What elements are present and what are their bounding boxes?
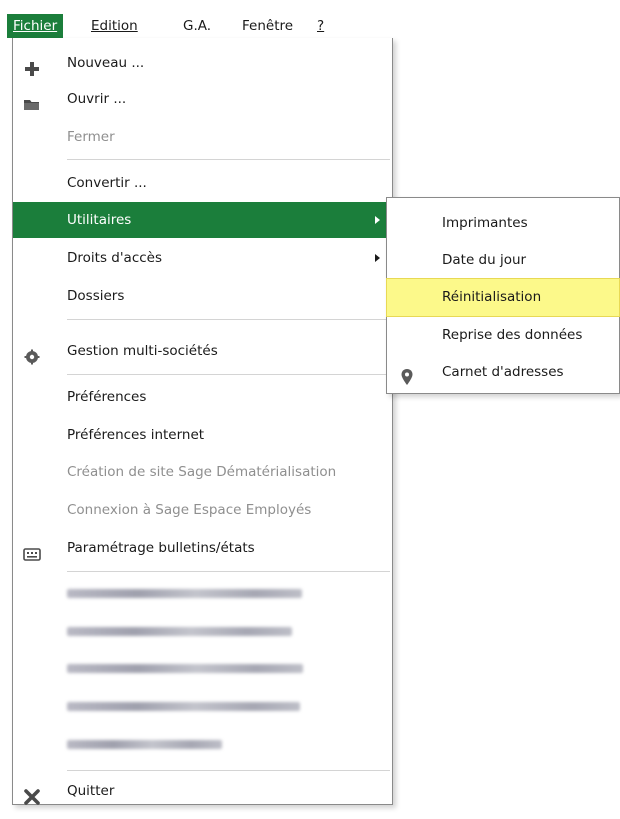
menubar-ga[interactable]: G.A. — [177, 14, 217, 38]
fichier-menu: Nouveau ... Ouvrir ... Fermer Convertir … — [12, 38, 393, 805]
recent-file-redacted — [67, 663, 303, 673]
recent-file-item[interactable] — [13, 688, 392, 724]
gear-icon — [23, 343, 41, 365]
menu-item-parametrage[interactable]: Paramétrage bulletins/états — [13, 530, 392, 566]
recent-file-item[interactable] — [13, 650, 392, 686]
menu-item-droits-acces[interactable]: Droits d'accès — [13, 240, 392, 276]
menu-item-preferences[interactable]: Préférences — [13, 379, 392, 415]
menu-item-label: Convertir ... — [67, 175, 147, 191]
menu-item-nouveau[interactable]: Nouveau ... — [13, 45, 392, 81]
map-pin-icon — [400, 364, 414, 385]
recent-file-redacted — [67, 701, 300, 711]
menu-item-connexion-espace-employes: Connexion à Sage Espace Employés — [13, 492, 392, 528]
menu-item-label: Reprise des données — [442, 327, 583, 343]
menu-item-label: Nouveau ... — [67, 55, 145, 71]
menu-item-label: Préférences — [67, 389, 147, 405]
folder-icon — [23, 91, 41, 110]
menu-item-quitter[interactable]: Quitter — [13, 773, 392, 809]
menu-item-label: Droits d'accès — [67, 250, 163, 266]
menubar-fenetre[interactable]: Fenêtre — [236, 14, 299, 38]
submenu-item-reinitialisation[interactable]: Réinitialisation — [386, 278, 620, 317]
recent-file-redacted — [67, 739, 222, 749]
recent-file-item[interactable] — [13, 726, 392, 762]
menu-item-label: Utilitaires — [67, 212, 132, 228]
plus-icon — [23, 55, 41, 76]
menu-item-label: Connexion à Sage Espace Employés — [67, 502, 312, 518]
recent-file-redacted — [67, 626, 292, 636]
menu-separator — [67, 159, 390, 160]
recent-file-redacted — [67, 588, 302, 598]
close-x-icon — [23, 783, 41, 805]
menu-item-label: Dossiers — [67, 288, 125, 304]
menu-bar: Fichier Edition G.A. Fenêtre ? — [0, 0, 620, 38]
submenu-arrow-icon — [375, 254, 380, 262]
submenu-item-reprise-des-donnees[interactable]: Reprise des données — [387, 317, 619, 354]
menu-item-label: Réinitialisation — [442, 289, 542, 305]
menu-item-label: Carnet d'adresses — [442, 364, 564, 380]
menu-item-label: Préférences internet — [67, 427, 205, 443]
menu-item-label: Imprimantes — [442, 215, 528, 231]
utilitaires-submenu: Imprimantes Date du jour Réinitialisatio… — [386, 197, 620, 394]
submenu-arrow-icon — [375, 216, 380, 224]
menubar-edition[interactable]: Edition — [85, 14, 144, 38]
menubar-help[interactable]: ? — [311, 14, 330, 38]
recent-file-item[interactable] — [13, 613, 392, 649]
submenu-item-imprimantes[interactable]: Imprimantes — [387, 205, 619, 242]
menu-item-gestion-multi-societes[interactable]: Gestion multi-sociétés — [13, 333, 392, 369]
menu-item-label: Ouvrir ... — [67, 91, 127, 107]
menu-item-preferences-internet[interactable]: Préférences internet — [13, 417, 392, 453]
menu-separator — [67, 374, 390, 375]
menu-item-convertir[interactable]: Convertir ... — [13, 165, 392, 201]
menu-separator — [67, 571, 390, 572]
submenu-item-date-du-jour[interactable]: Date du jour — [387, 242, 619, 279]
menu-item-ouvrir[interactable]: Ouvrir ... — [13, 81, 392, 117]
menu-item-label: Gestion multi-sociétés — [67, 343, 218, 359]
menu-item-label: Date du jour — [442, 252, 527, 268]
menu-item-utilitaires[interactable]: Utilitaires — [13, 202, 392, 238]
menu-item-dossiers[interactable]: Dossiers — [13, 278, 392, 314]
menu-item-label: Création de site Sage Dématérialisation — [67, 464, 337, 480]
submenu-item-carnet-adresses[interactable]: Carnet d'adresses — [387, 354, 619, 391]
menu-separator — [67, 319, 390, 320]
menu-item-label: Fermer — [67, 129, 115, 145]
menubar-fichier[interactable]: Fichier — [7, 14, 64, 38]
menu-item-fermer: Fermer — [13, 119, 392, 155]
recent-file-item[interactable] — [13, 575, 392, 611]
menu-item-creation-site: Création de site Sage Dématérialisation — [13, 454, 392, 490]
menu-separator — [67, 770, 390, 771]
keyboard-icon — [23, 540, 41, 561]
menu-item-label: Paramétrage bulletins/états — [67, 540, 255, 556]
menu-item-label: Quitter — [67, 783, 115, 799]
